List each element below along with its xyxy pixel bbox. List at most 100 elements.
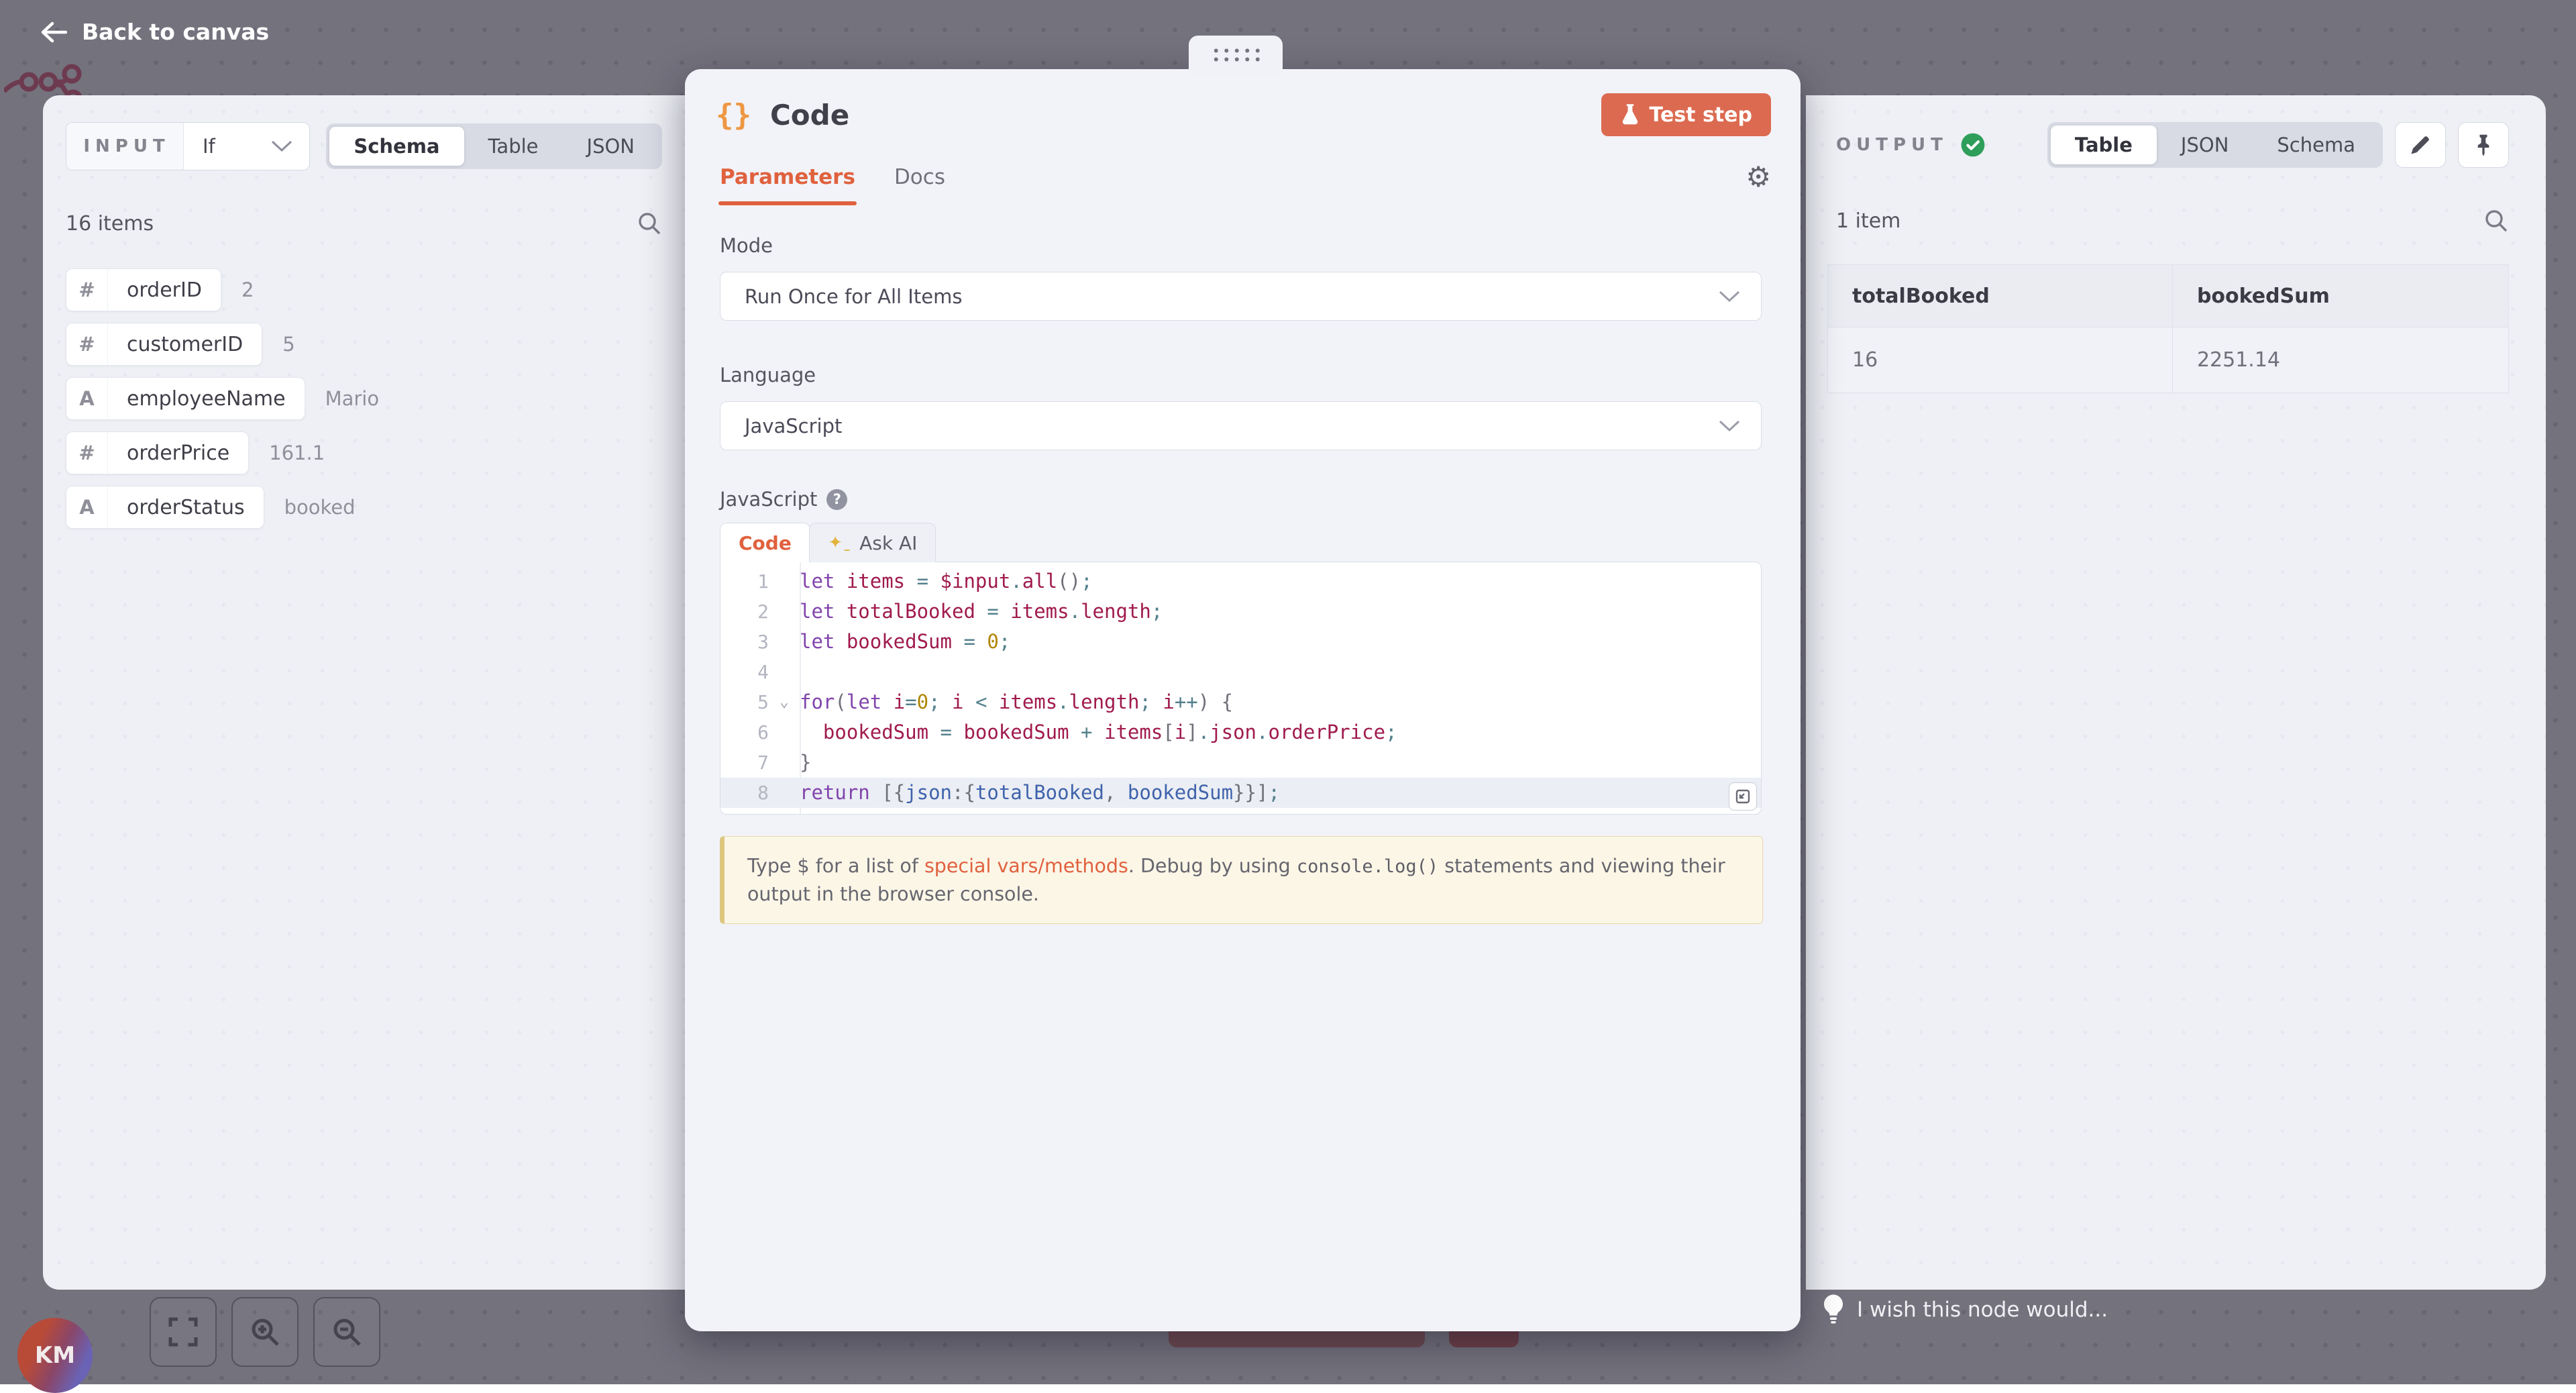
code-line-3[interactable]: 3 let bookedSum = 0; — [720, 627, 1761, 657]
search-icon[interactable] — [637, 211, 662, 236]
zoom-to-fit-button[interactable] — [150, 1297, 217, 1367]
editor-tab-ask-ai[interactable]: ✦ˍ Ask AI — [809, 523, 936, 562]
flask-icon — [1620, 103, 1640, 126]
expand-editor-button[interactable] — [1729, 782, 1757, 811]
schema-field-orderPrice[interactable]: #orderPrice161.1 — [66, 431, 662, 474]
field-type-icon: A — [66, 378, 108, 419]
node-title[interactable]: Code — [770, 99, 849, 132]
output-table: totalBookedbookedSum162251.14 — [1827, 264, 2509, 393]
input-panel: INPUT If Schema Table JSON 16 items #ord… — [43, 95, 685, 1290]
fold-chevron-icon[interactable]: ⌄ — [769, 687, 800, 717]
success-check-icon — [1960, 132, 1986, 158]
output-panel: OUTPUT Table JSON Schema 1 item totalBoo… — [1806, 95, 2546, 1290]
chevron-down-icon — [1718, 419, 1741, 433]
test-step-label: Test step — [1650, 103, 1753, 127]
line-number: 4 — [720, 657, 769, 687]
code-editor[interactable]: 1 let items = $input.all();2let totalBook… — [720, 562, 1762, 815]
fold-gutter — [769, 627, 800, 657]
drag-dots-icon — [1210, 45, 1262, 64]
fold-gutter — [769, 717, 800, 747]
code-text: return [{json:{totalBooked, bookedSum}}]… — [800, 778, 1280, 808]
language-label: Language — [720, 364, 1771, 386]
help-icon[interactable]: ? — [826, 489, 847, 510]
test-step-button[interactable]: Test step — [1601, 93, 1772, 136]
field-value: 5 — [282, 333, 294, 356]
line-number: 5 — [720, 687, 769, 717]
output-column-header: bookedSum — [2172, 265, 2508, 327]
chevron-down-icon — [270, 140, 293, 153]
arrow-left-icon — [39, 21, 67, 44]
field-value: Mario — [325, 387, 380, 410]
field-type-icon: # — [66, 323, 108, 365]
tab-docs[interactable]: Docs — [894, 165, 945, 189]
field-type-icon: # — [66, 269, 108, 311]
node-view-tabs: Parameters Docs ⚙ — [720, 163, 1771, 191]
code-text: let totalBooked = items.length; — [800, 597, 1163, 627]
code-lines: 1 let items = $input.all();2let totalBook… — [720, 566, 1761, 808]
zoom-out-button[interactable] — [313, 1297, 380, 1367]
language-select[interactable]: JavaScript — [720, 401, 1762, 450]
edit-output-button[interactable] — [2395, 122, 2446, 168]
zoom-in-button[interactable] — [231, 1297, 299, 1367]
output-items-count: 1 item — [1836, 209, 1900, 233]
code-text: let items = $input.all(); — [800, 566, 1093, 597]
output-view-tabs: Table JSON Schema — [2047, 122, 2383, 168]
hint-text: . Debug by using — [1128, 855, 1297, 877]
code-line-4[interactable]: 4 — [720, 657, 1761, 687]
mode-label: Mode — [720, 234, 1771, 257]
code-line-2[interactable]: 2let totalBooked = items.length; — [720, 597, 1761, 627]
line-number: 1 — [720, 566, 769, 597]
pin-data-button[interactable] — [2458, 122, 2509, 168]
mode-select[interactable]: Run Once for All Items — [720, 272, 1762, 321]
code-line-6[interactable]: 6 bookedSum = bookedSum + items[i].json.… — [720, 717, 1761, 747]
input-source-select[interactable]: INPUT If — [66, 122, 310, 170]
editor-tab-code[interactable]: Code — [720, 523, 810, 562]
code-text: } — [800, 747, 811, 778]
input-tab-table[interactable]: Table — [464, 127, 563, 166]
special-vars-link[interactable]: special vars/methods — [924, 855, 1128, 877]
user-avatar[interactable]: KM — [17, 1318, 93, 1393]
ndv-drag-handle[interactable] — [1189, 36, 1283, 76]
hint-text: Type $ for a list of — [747, 855, 924, 877]
code-line-8[interactable]: 8 return [{json:{totalBooked, bookedSum}}… — [720, 778, 1761, 808]
node-settings-gear-icon[interactable]: ⚙ — [1746, 163, 1771, 191]
fold-gutter — [769, 597, 800, 627]
fold-gutter — [769, 747, 800, 778]
schema-field-employeeName[interactable]: AemployeeNameMario — [66, 377, 662, 420]
search-icon[interactable] — [2483, 208, 2509, 234]
field-name: customerID — [108, 323, 262, 365]
field-type-icon: A — [66, 486, 108, 528]
input-view-tabs: Schema Table JSON — [326, 123, 662, 169]
code-line-7[interactable]: 7} — [720, 747, 1761, 778]
output-tab-schema[interactable]: Schema — [2253, 125, 2379, 164]
line-number: 8 — [720, 778, 769, 808]
input-tab-schema[interactable]: Schema — [329, 127, 464, 166]
input-tab-json[interactable]: JSON — [563, 127, 659, 166]
zoom-in-icon — [250, 1317, 280, 1347]
table-row[interactable]: 162251.14 — [1828, 327, 2509, 393]
expand-icon — [1735, 788, 1751, 805]
output-cell: 16 — [1828, 327, 2173, 393]
line-number: 3 — [720, 627, 769, 657]
output-tab-json[interactable]: JSON — [2157, 125, 2253, 164]
editor-hint-notice: Type $ for a list of special vars/method… — [720, 836, 1763, 924]
hint-code: console.log() — [1297, 856, 1438, 877]
line-number: 6 — [720, 717, 769, 747]
code-text: let bookedSum = 0; — [800, 627, 1010, 657]
node-feedback-button[interactable]: I wish this node would... — [1822, 1294, 2108, 1326]
output-tab-table[interactable]: Table — [2051, 125, 2157, 164]
schema-field-customerID[interactable]: #customerID 5 — [66, 323, 662, 366]
field-name: orderPrice — [108, 432, 248, 474]
chevron-down-icon — [1718, 290, 1741, 303]
code-line-5[interactable]: 5⌄for(let i=0; i < items.length; i++) { — [720, 687, 1761, 717]
back-to-canvas-button[interactable]: Back to canvas — [39, 19, 269, 45]
schema-field-orderStatus[interactable]: AorderStatusbooked — [66, 486, 662, 529]
fold-gutter — [769, 778, 800, 808]
schema-field-orderID[interactable]: #orderID2 — [66, 268, 662, 311]
code-node-modal: {} Code Test step Parameters Docs ⚙ Mode… — [685, 69, 1801, 1331]
tab-parameters[interactable]: Parameters — [720, 165, 855, 189]
code-line-1[interactable]: 1 let items = $input.all(); — [720, 566, 1761, 597]
output-cell: 2251.14 — [2172, 327, 2508, 393]
code-node-icon: {} — [716, 98, 751, 132]
pin-icon — [2472, 133, 2495, 157]
